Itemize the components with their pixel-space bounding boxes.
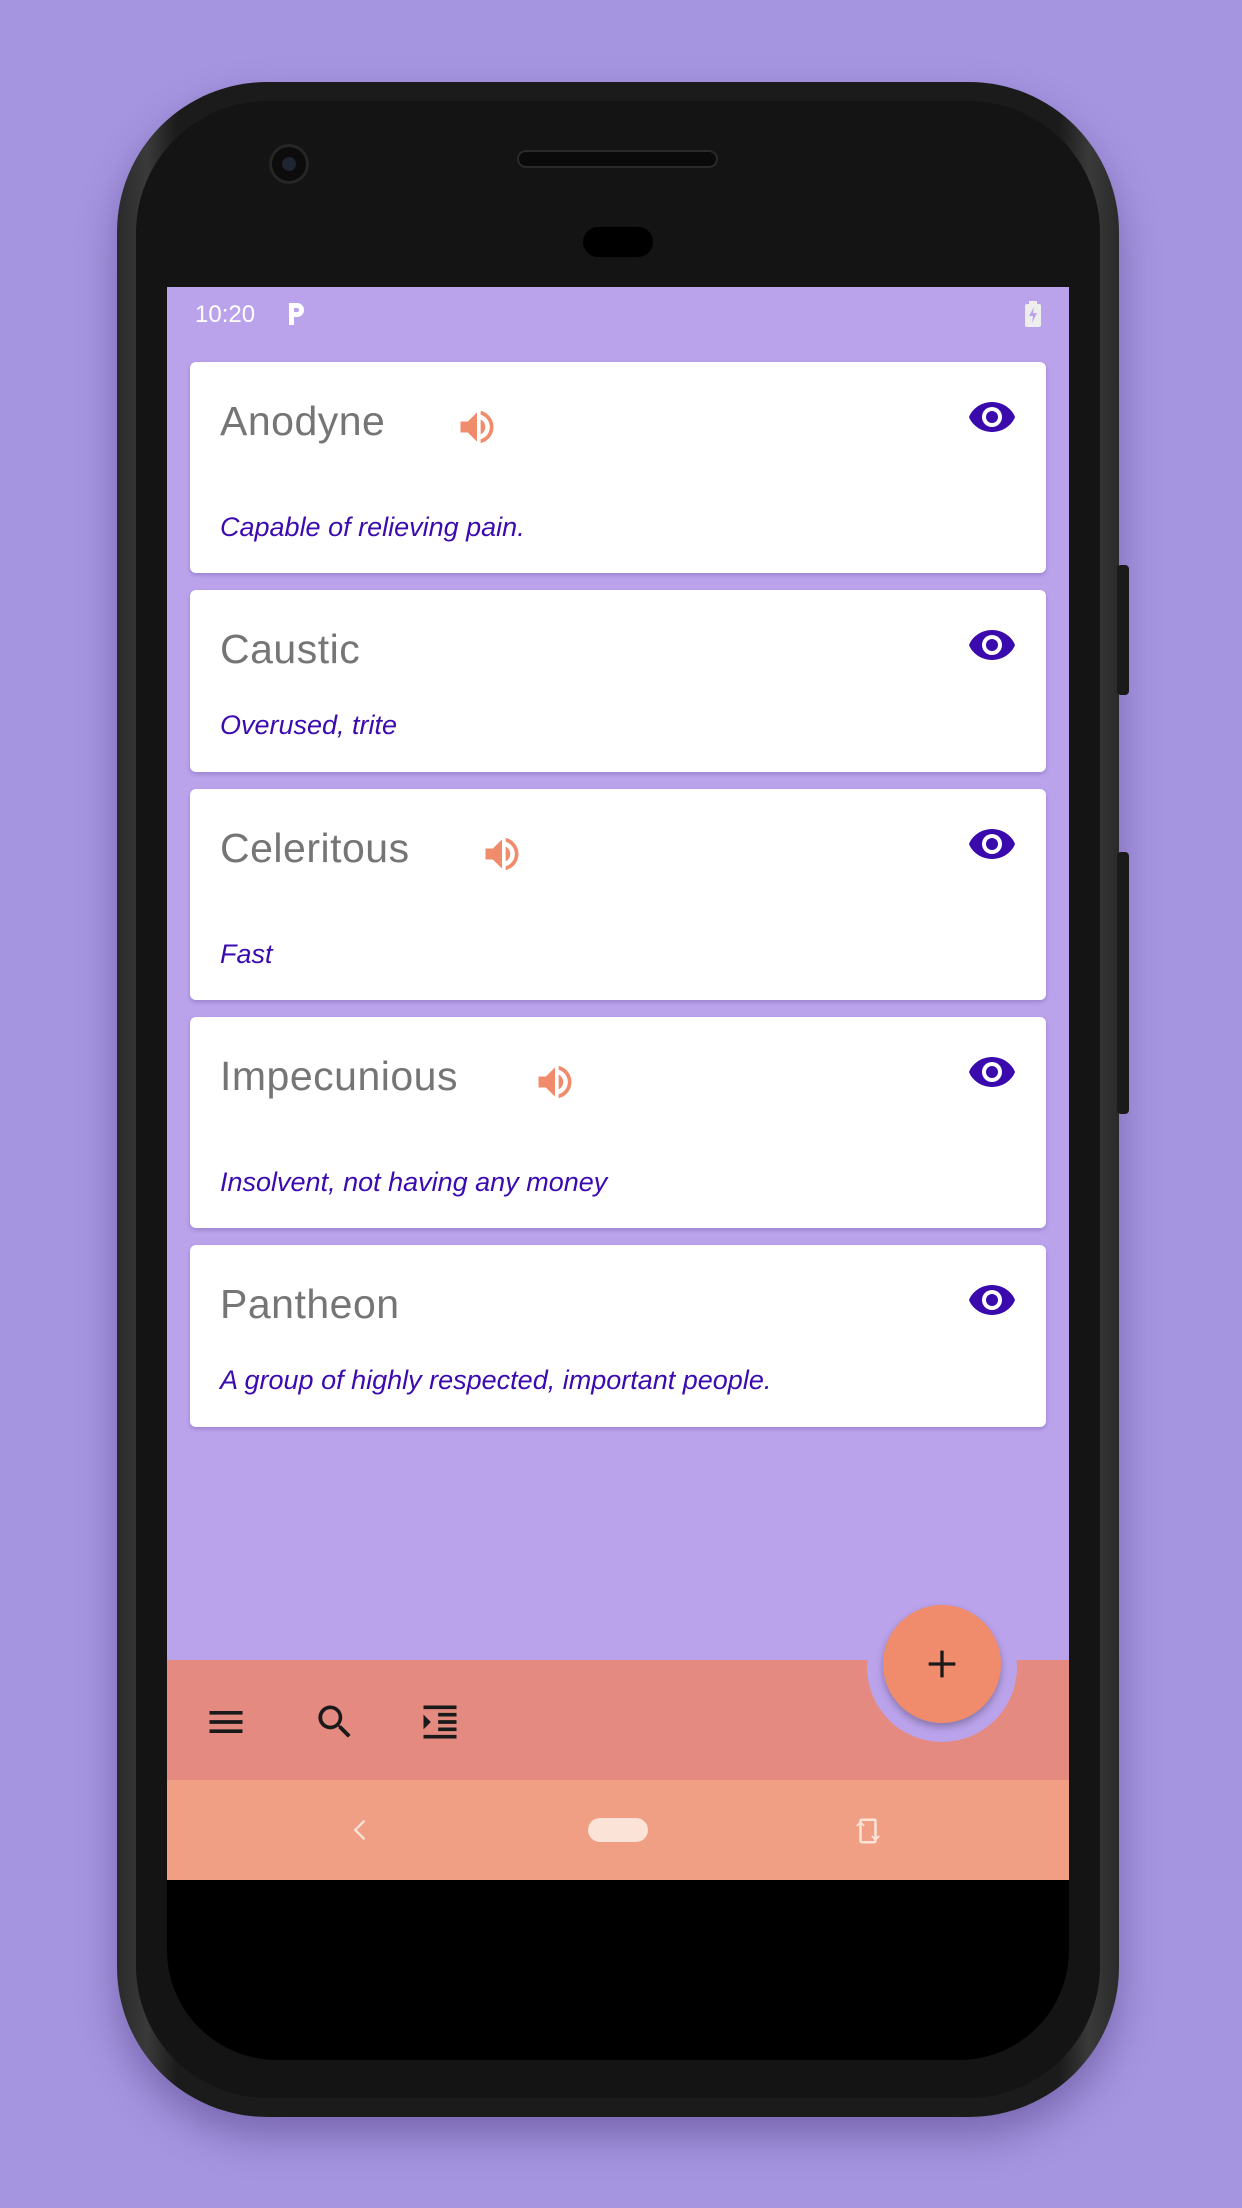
word-card[interactable]: Celeritous Fast xyxy=(190,789,1046,1000)
word-definition: Overused, trite xyxy=(220,710,398,740)
search-icon[interactable] xyxy=(313,1700,357,1744)
volume-button xyxy=(1117,852,1129,1114)
eye-icon[interactable] xyxy=(968,627,1016,663)
word-card[interactable]: Caustic Overused, trite xyxy=(190,590,1046,772)
word-title: Caustic xyxy=(220,626,361,672)
battery-charging-icon xyxy=(1025,301,1041,327)
front-camera xyxy=(269,144,309,184)
format-indent-icon[interactable] xyxy=(418,1700,462,1744)
back-chevron-icon[interactable] xyxy=(347,1816,375,1844)
phone-chin xyxy=(167,1880,1069,2060)
status-time: 10:20 xyxy=(195,301,256,328)
add-word-button[interactable] xyxy=(883,1605,1001,1723)
word-title: Pantheon xyxy=(220,1281,400,1327)
word-definition: A group of highly respected, important p… xyxy=(220,1365,772,1395)
proximity-sensor xyxy=(583,227,653,257)
parking-p-icon xyxy=(289,303,304,325)
power-button xyxy=(1117,565,1129,695)
eye-icon[interactable] xyxy=(968,1054,1016,1090)
word-definition: Capable of relieving pain. xyxy=(220,512,525,542)
word-card[interactable]: Anodyne Capable of relieving pain. xyxy=(190,362,1046,573)
word-title: Impecunious xyxy=(220,1053,458,1099)
word-definition: Fast xyxy=(220,939,273,969)
eye-icon[interactable] xyxy=(968,399,1016,435)
rotate-screen-icon[interactable] xyxy=(853,1814,883,1848)
volume-up-icon[interactable] xyxy=(455,405,499,449)
word-title: Celeritous xyxy=(220,825,410,871)
eye-icon[interactable] xyxy=(968,1282,1016,1318)
word-card[interactable]: Impecunious Insolvent, not having any mo… xyxy=(190,1017,1046,1228)
plus-icon xyxy=(928,1650,956,1678)
word-definition: Insolvent, not having any money xyxy=(220,1167,608,1197)
word-card[interactable]: Pantheon A group of highly respected, im… xyxy=(190,1245,1046,1427)
status-bar: 10:20 xyxy=(167,287,1069,341)
volume-up-icon[interactable] xyxy=(533,1060,577,1104)
earpiece-speaker xyxy=(517,150,718,168)
word-title: Anodyne xyxy=(220,398,386,444)
home-pill-icon[interactable] xyxy=(588,1818,648,1842)
system-nav-bar xyxy=(167,1780,1069,1880)
volume-up-icon[interactable] xyxy=(480,832,524,876)
app-screen: 10:20 Anodyne Capable of relieving pain.… xyxy=(167,287,1069,1880)
eye-icon[interactable] xyxy=(968,826,1016,862)
menu-icon[interactable] xyxy=(204,1700,248,1744)
